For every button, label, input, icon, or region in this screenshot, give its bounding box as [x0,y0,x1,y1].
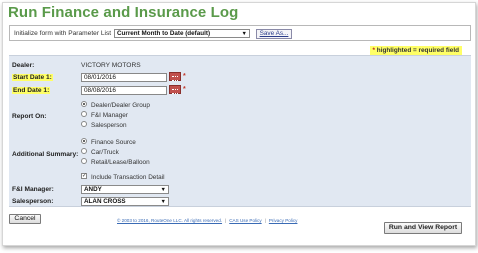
radio-selected-icon[interactable] [81,101,87,108]
dealer-value: VICTORY MOTORS [81,62,141,69]
start-date-label: Start Date 1: [12,74,53,81]
include-detail-label: Include Transaction Detail [91,174,165,181]
run-and-view-report-button[interactable]: Run and View Report [384,222,462,234]
parameter-list-label: Initialize form with Parameter List [14,30,112,37]
save-as-button[interactable]: Save As... [256,29,292,39]
end-date-label: End Date 1: [12,87,51,94]
salesperson-value: ALAN CROSS [84,198,126,205]
start-date-input[interactable]: 08/01/2016 [81,73,167,82]
radio-selected-icon[interactable] [81,138,87,145]
summary-option-label: Retail/Lease/Balloon [91,159,150,166]
report-on-option-label: Salesperson [91,122,127,129]
additional-summary-label: Additional Summary: [12,151,79,158]
calendar-icon[interactable] [169,72,181,81]
required-asterisk: * [183,86,186,93]
footer: © 2003 to 2016, RouteOne LLC. All rights… [117,218,298,223]
checkbox-checked-icon[interactable]: ✓ [81,173,87,180]
report-on-option-label: F&I Manager [91,112,128,119]
fi-manager-label: F&I Manager: [12,186,54,193]
report-on-option-fi-manager[interactable]: F&I Manager [81,111,128,120]
privacy-policy-link[interactable]: Privacy Policy [269,218,298,223]
report-on-option-label: Dealer/Dealer Group [91,102,150,109]
radio-icon[interactable] [81,121,87,128]
summary-option-finance-source[interactable]: Finance Source [81,138,136,147]
parameter-list-select[interactable]: Current Month to Date (default) ▼ [114,29,250,38]
parameter-list-bar: Initialize form with Parameter List Curr… [9,25,471,41]
radio-icon[interactable] [81,111,87,118]
report-on-option-salesperson[interactable]: Salesperson [81,121,127,130]
calendar-icon[interactable] [169,85,181,94]
cancel-button[interactable]: Cancel [9,214,41,224]
report-on-option-dealer[interactable]: Dealer/Dealer Group [81,101,150,110]
fi-manager-select[interactable]: ANDY ▼ [81,185,169,194]
required-field-note: * highlighted = required field [369,46,462,55]
cas-use-policy-link[interactable]: CAS Use Policy [229,218,261,223]
fi-manager-value: ANDY [84,186,102,193]
summary-option-retail-lease[interactable]: Retail/Lease/Balloon [81,158,150,167]
dropdown-arrow-icon: ▼ [160,187,166,193]
parameter-list-value: Current Month to Date (default) [117,30,211,37]
report-form: Dealer: VICTORY MOTORS Start Date 1: 08/… [9,55,471,207]
radio-icon[interactable] [81,158,87,165]
radio-icon[interactable] [81,148,87,155]
dealer-label: Dealer: [12,62,35,69]
dropdown-arrow-icon: ▼ [160,199,166,205]
dropdown-arrow-icon: ▼ [241,31,247,37]
include-transaction-detail[interactable]: ✓ Include Transaction Detail [81,173,165,182]
report-panel: Run Finance and Insurance Log Initialize… [2,2,476,246]
salesperson-label: Salesperson: [12,198,54,205]
copyright-link[interactable]: © 2003 to 2016, RouteOne LLC. All rights… [117,218,222,223]
end-date-input[interactable]: 08/08/2016 [81,86,167,95]
summary-option-label: Finance Source [91,139,136,146]
required-note-text: highlighted = required field [376,47,459,54]
summary-option-label: Car/Truck [91,149,119,156]
salesperson-select[interactable]: ALAN CROSS ▼ [81,197,169,206]
report-on-label: Report On: [12,113,47,120]
required-star: * [372,47,376,54]
summary-option-car-truck[interactable]: Car/Truck [81,148,119,157]
required-asterisk: * [183,73,186,80]
page-title: Run Finance and Insurance Log [8,4,239,21]
